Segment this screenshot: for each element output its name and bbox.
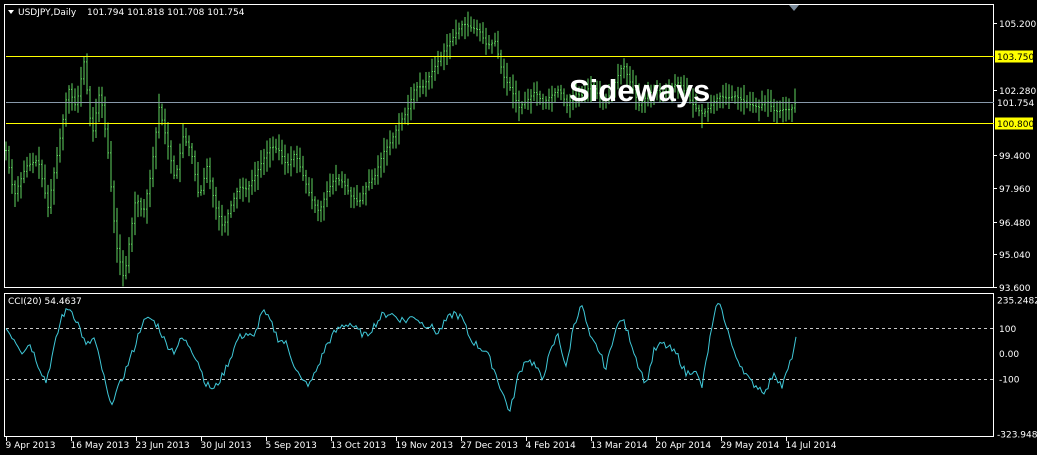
- time-axis-label: 27 Dec 2013: [461, 441, 519, 451]
- cci-axis-label: 0.00: [999, 350, 1019, 360]
- price-axis-label: 102.280: [999, 87, 1036, 97]
- cci-panel-frame: [4, 293, 994, 437]
- chart-canvas: 103.750 100.800 101.754 105.200 102.280 99.4…: [4, 4, 1037, 451]
- ohlc-label: 101.794 101.818 101.708 101.754: [87, 8, 245, 18]
- price-axis-label: 99.400: [999, 152, 1031, 162]
- price-tag-label: 100.800: [997, 120, 1034, 130]
- price-axis-label: 95.040: [999, 251, 1031, 261]
- price-panel-frame: [4, 4, 994, 288]
- time-axis: 9 Apr 2013 16 May 2013 23 Jun 2013 30 Jul 2…: [6, 437, 837, 451]
- time-axis-label: 13 Mar 2014: [591, 441, 648, 451]
- sideways-annotation: Sideways: [569, 73, 710, 108]
- cci-axis-label: -100: [999, 376, 1020, 386]
- price-axis-label: 97.960: [999, 185, 1031, 195]
- cci-axis-label: -323.9487: [997, 431, 1037, 441]
- price-axis-label: 105.200: [999, 20, 1036, 30]
- time-axis-label: 5 Sep 2013: [266, 441, 317, 451]
- time-axis-label: 13 Oct 2013: [331, 441, 387, 451]
- price-axis-label: 96.480: [999, 219, 1031, 229]
- cci-axis: 235.2482 100 0.00 -100 -323.9487: [997, 297, 1037, 441]
- time-axis-label: 4 Feb 2014: [526, 441, 577, 451]
- price-tag-label: 103.750: [997, 53, 1034, 63]
- time-axis-label: 29 May 2014: [721, 441, 780, 451]
- time-axis-label: 14 Jul 2014: [786, 441, 837, 451]
- time-axis-label: 19 Nov 2013: [396, 441, 454, 451]
- price-axis-label: 93.600: [999, 284, 1031, 294]
- time-axis-label: 23 Jun 2013: [136, 441, 190, 451]
- cci-axis-label: 100: [999, 325, 1016, 335]
- time-axis-label: 30 Jul 2013: [201, 441, 252, 451]
- cci-indicator-label: CCI(20) 54.4637: [8, 297, 82, 307]
- price-tag-label: 101.754: [997, 99, 1034, 109]
- time-axis-label: 16 May 2013: [71, 441, 130, 451]
- time-axis-label: 20 Apr 2014: [656, 441, 712, 451]
- time-axis-label: 9 Apr 2013: [6, 441, 56, 451]
- symbol-label: USDJPY,Daily: [18, 8, 77, 18]
- cci-axis-label: 235.2482: [997, 297, 1037, 307]
